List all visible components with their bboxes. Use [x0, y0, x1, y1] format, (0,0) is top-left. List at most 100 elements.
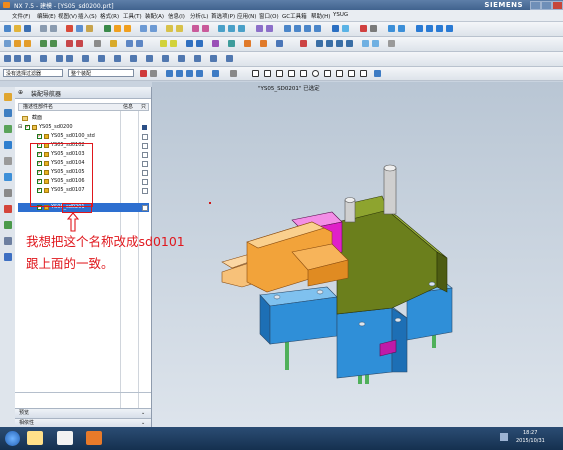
fit-view-icon[interactable]	[284, 25, 291, 32]
render-icon[interactable]	[388, 40, 395, 47]
section-icon[interactable]	[300, 40, 307, 47]
assembly-navigator-tab-icon[interactable]	[4, 93, 12, 101]
view-right-icon[interactable]	[336, 40, 343, 47]
deselect-icon[interactable]	[150, 70, 157, 77]
rectangle-icon[interactable]	[56, 55, 63, 62]
menu-ysug[interactable]: YSUG	[333, 12, 348, 18]
new-component-icon[interactable]	[24, 40, 31, 47]
bridge-curve-icon[interactable]	[178, 55, 185, 62]
transform-icon[interactable]	[370, 25, 377, 32]
subtract-icon[interactable]	[228, 25, 235, 32]
column-info-header[interactable]: 信息	[123, 104, 133, 111]
hole-icon[interactable]	[166, 25, 173, 32]
copy-icon[interactable]	[76, 25, 83, 32]
visibility-checkbox[interactable]	[25, 123, 30, 132]
readonly-checkbox[interactable]	[142, 161, 148, 167]
circle-snap-icon[interactable]	[312, 70, 319, 77]
menu-application[interactable]: 应用(N)	[237, 12, 256, 20]
scope-select[interactable]: 整个装配	[68, 69, 134, 77]
show-hide-icon[interactable]	[398, 25, 405, 32]
system-scenes-tab-icon[interactable]	[4, 253, 12, 261]
readonly-checkbox[interactable]	[142, 170, 148, 176]
wireframe-icon[interactable]	[342, 25, 349, 32]
web-browser-tab-icon[interactable]	[4, 173, 12, 181]
sphere-icon[interactable]	[446, 25, 453, 32]
process-studio-tab-icon[interactable]	[4, 221, 12, 229]
text-icon[interactable]	[226, 55, 233, 62]
array-icon[interactable]	[66, 40, 73, 47]
menu-gc-toolkit[interactable]: GC工具箱	[282, 12, 307, 20]
redo-icon[interactable]	[50, 25, 57, 32]
menu-help[interactable]: 帮助(H)	[311, 12, 330, 20]
readonly-checkbox[interactable]	[142, 179, 148, 185]
shell-icon[interactable]	[186, 40, 193, 47]
system-materials-tab-icon[interactable]	[4, 205, 12, 213]
view-iso-icon[interactable]	[346, 40, 353, 47]
view-bottom-icon[interactable]	[372, 40, 379, 47]
cylinder-icon[interactable]	[426, 25, 433, 32]
helix-icon[interactable]	[210, 55, 217, 62]
replace-face-icon[interactable]	[244, 40, 251, 47]
preview-panel-header[interactable]: 预览 ⌄	[15, 408, 151, 418]
snap-point-icon[interactable]	[212, 70, 219, 77]
select-all-icon[interactable]	[140, 70, 147, 77]
menu-assemblies[interactable]: 装配(A)	[145, 12, 164, 20]
offset-face-icon[interactable]	[160, 40, 167, 47]
constraint-navigator-tab-icon[interactable]	[4, 109, 12, 117]
layer-icon[interactable]	[388, 25, 395, 32]
pan-icon[interactable]	[314, 25, 321, 32]
sketch-icon[interactable]	[104, 25, 111, 32]
unite-icon[interactable]	[218, 25, 225, 32]
menu-edit[interactable]: 编辑(E)	[37, 12, 56, 20]
close-button[interactable]	[552, 1, 563, 10]
menu-analysis[interactable]: 分析(L)	[190, 12, 208, 20]
datum-axis-icon[interactable]	[150, 25, 157, 32]
intersect-curve-icon[interactable]	[114, 55, 121, 62]
revolve-icon[interactable]	[124, 25, 131, 32]
mate-icon[interactable]	[40, 40, 47, 47]
cone-icon[interactable]	[436, 25, 443, 32]
pin-icon[interactable]: ⊕	[18, 89, 23, 96]
assembly-icon[interactable]	[4, 40, 11, 47]
readonly-checkbox[interactable]	[142, 188, 148, 194]
start-button-icon[interactable]	[5, 431, 20, 446]
taskbar-app-icon[interactable]	[27, 431, 43, 445]
point-icon[interactable]	[24, 55, 31, 62]
menu-preferences[interactable]: 首选项(P)	[211, 12, 235, 20]
menu-view[interactable]: 视图(V)	[58, 12, 77, 20]
new-icon[interactable]	[4, 25, 11, 32]
readonly-checkbox[interactable]	[142, 134, 148, 140]
part-navigator-tab-icon[interactable]	[4, 125, 12, 133]
menu-window[interactable]: 窗口(O)	[259, 12, 279, 20]
view-front-icon[interactable]	[326, 40, 333, 47]
taskbar-explorer-icon[interactable]	[57, 431, 73, 445]
expand-icon[interactable]: ⌄	[141, 409, 145, 418]
diagonal-snap-icon[interactable]	[348, 70, 355, 77]
menu-insert[interactable]: 插入(S)	[78, 12, 97, 20]
move-component-icon[interactable]	[50, 40, 57, 47]
line-icon[interactable]	[4, 55, 11, 62]
taskbar-nx-icon[interactable]	[86, 431, 102, 445]
pattern-icon[interactable]	[212, 40, 219, 47]
snap-mid-icon[interactable]	[176, 70, 183, 77]
divide-curve-icon[interactable]	[194, 55, 201, 62]
save-icon[interactable]	[24, 25, 31, 32]
menu-tools[interactable]: 工具(T)	[123, 12, 142, 20]
arc-icon[interactable]	[14, 55, 21, 62]
snap-end-icon[interactable]	[166, 70, 173, 77]
explode-icon[interactable]	[94, 40, 101, 47]
readonly-checkbox[interactable]	[142, 205, 148, 211]
square-snap-icon[interactable]	[324, 70, 331, 77]
intersect-icon[interactable]	[238, 25, 245, 32]
box-icon[interactable]	[416, 25, 423, 32]
cut-icon[interactable]	[66, 25, 73, 32]
replace-icon[interactable]	[136, 40, 143, 47]
datum-plane-icon[interactable]	[140, 25, 147, 32]
intersection-snap-icon[interactable]	[360, 70, 367, 77]
readonly-checkbox[interactable]	[142, 152, 148, 158]
splitter[interactable]	[15, 392, 151, 393]
trim-body-icon[interactable]	[256, 25, 263, 32]
line-snap-icon[interactable]	[264, 70, 271, 77]
extrude-icon[interactable]	[114, 25, 121, 32]
offset-curve-icon[interactable]	[82, 55, 89, 62]
